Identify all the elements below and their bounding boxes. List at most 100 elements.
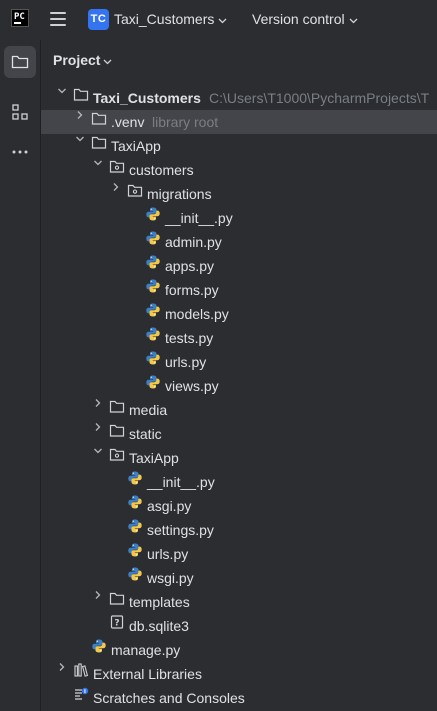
tree-item-label: tests.py (165, 330, 214, 346)
folder-icon (11, 55, 29, 69)
unknown-file-icon: ? (109, 614, 125, 630)
tree-item-init-py[interactable]: __init__.py (41, 206, 437, 230)
tree-item-urls-py[interactable]: urls.py (41, 350, 437, 374)
tree-item-taxiapp[interactable]: TaxiApp (41, 134, 437, 158)
python-file-icon (127, 542, 143, 558)
python-file-icon (145, 206, 161, 222)
tree-item-init-py[interactable]: __init__.py (41, 470, 437, 494)
pycharm-logo-icon[interactable]: PC (11, 9, 29, 27)
structure-tool-button[interactable] (4, 96, 36, 128)
package-folder-icon (127, 182, 143, 198)
tree-item-db-sqlite3[interactable]: ? db.sqlite3 (41, 614, 437, 638)
chevron-down-icon (103, 52, 112, 68)
tree-item-customers[interactable]: customers (41, 158, 437, 182)
chevron-right-icon[interactable] (111, 182, 121, 192)
python-file-icon (127, 566, 143, 582)
tree-item-label: media (129, 402, 168, 418)
tree-item-settings-py[interactable]: settings.py (41, 518, 437, 542)
tree-item-wsgi-py[interactable]: wsgi.py (41, 566, 437, 590)
tree-item-label: settings.py (147, 522, 214, 538)
tree-item-admin-py[interactable]: admin.py (41, 230, 437, 254)
tree-item-hint: C:\Users\T1000\PycharmProjects\T (209, 90, 430, 106)
folder-icon (109, 422, 125, 438)
python-file-icon (145, 302, 161, 318)
tree-item-taxiapp[interactable]: TaxiApp (41, 446, 437, 470)
python-file-icon (127, 494, 143, 510)
chevron-down-icon (349, 11, 358, 27)
tree-item-label: TaxiApp (111, 138, 161, 154)
tree-item-asgi-py[interactable]: asgi.py (41, 494, 437, 518)
scratches-icon: i (73, 686, 89, 702)
tree-item-label: TaxiApp (129, 450, 179, 466)
tree-item-label: static (129, 426, 162, 442)
chevron-down-icon[interactable] (75, 134, 85, 144)
tree-item-manage-py[interactable]: manage.py (41, 638, 437, 662)
tree-item-label: __init__.py (165, 210, 233, 226)
project-view-selector[interactable]: Project (53, 52, 112, 68)
tree-item-taxi-customers[interactable]: Taxi_Customers C:\Users\T1000\PycharmProj… (41, 86, 437, 110)
chevron-right-icon[interactable] (93, 398, 103, 408)
tree-item-label: db.sqlite3 (129, 618, 189, 634)
more-tools-button[interactable] (4, 136, 36, 168)
python-file-icon (127, 518, 143, 534)
tree-item-tests-py[interactable]: tests.py (41, 326, 437, 350)
tree-item-label: Scratches and Consoles (93, 690, 245, 706)
project-tool-button[interactable] (4, 46, 36, 78)
svg-text:?: ? (114, 619, 119, 629)
tree-item-label: __init__.py (147, 474, 215, 490)
tree-item-label: customers (129, 162, 194, 178)
chevron-down-icon[interactable] (93, 446, 103, 456)
python-file-icon (145, 374, 161, 390)
python-file-icon (145, 326, 161, 342)
tree-item-urls-py[interactable]: urls.py (41, 542, 437, 566)
chevron-down-icon[interactable] (57, 86, 67, 96)
project-badge[interactable]: TC (88, 9, 109, 30)
main-menu-icon[interactable] (50, 12, 66, 26)
tree-item-static[interactable]: static (41, 422, 437, 446)
package-folder-icon (109, 158, 125, 174)
chevron-down-icon (218, 11, 227, 27)
folder-icon (91, 134, 107, 150)
folder-icon (91, 110, 107, 126)
chevron-right-icon[interactable] (75, 110, 85, 120)
tree-item-label: Taxi_Customers (93, 90, 201, 106)
python-file-icon (127, 470, 143, 486)
tree-item-models-py[interactable]: models.py (41, 302, 437, 326)
tree-item-media[interactable]: media (41, 398, 437, 422)
svg-text:i: i (84, 689, 86, 695)
title-bar: PC TC Taxi_Customers Version control (0, 0, 437, 41)
chevron-right-icon[interactable] (93, 590, 103, 600)
tree-item-label: migrations (147, 186, 212, 202)
panel-title: Project (53, 52, 101, 68)
version-control-selector[interactable]: Version control (252, 11, 358, 27)
folder-icon (73, 86, 89, 102)
tree-item-label: External Libraries (93, 666, 202, 682)
version-control-label: Version control (252, 11, 345, 27)
tool-window-strip (0, 40, 41, 711)
tree-item-views-py[interactable]: views.py (41, 374, 437, 398)
tree-item-label: urls.py (165, 354, 207, 370)
python-file-icon (145, 254, 161, 270)
tree-item-migrations[interactable]: migrations (41, 182, 437, 206)
tree-item-templates[interactable]: templates (41, 590, 437, 614)
tree-item-scratches-and-consoles[interactable]: i Scratches and Consoles (41, 686, 437, 710)
chevron-right-icon[interactable] (57, 662, 67, 672)
more-icon (12, 150, 28, 154)
tree-item-external-libraries[interactable]: External Libraries (41, 662, 437, 686)
python-file-icon (145, 278, 161, 294)
tree-item-label: urls.py (147, 546, 189, 562)
tree-item-label: .venv (111, 114, 145, 130)
chevron-right-icon[interactable] (93, 422, 103, 432)
tree-item-forms-py[interactable]: forms.py (41, 278, 437, 302)
tree-item-venv[interactable]: .venv library root (41, 110, 437, 134)
tree-item-label: templates (129, 594, 190, 610)
project-panel: Project Taxi_Customers C:\Users\T1000\Pyc… (41, 40, 437, 711)
tree-item-label: models.py (165, 306, 229, 322)
python-file-icon (145, 230, 161, 246)
external-libraries-icon (73, 662, 89, 678)
python-file-icon (145, 350, 161, 366)
chevron-down-icon[interactable] (93, 158, 103, 168)
project-selector[interactable]: Taxi_Customers (114, 11, 227, 27)
tree-item-apps-py[interactable]: apps.py (41, 254, 437, 278)
tree-item-label: forms.py (165, 282, 219, 298)
